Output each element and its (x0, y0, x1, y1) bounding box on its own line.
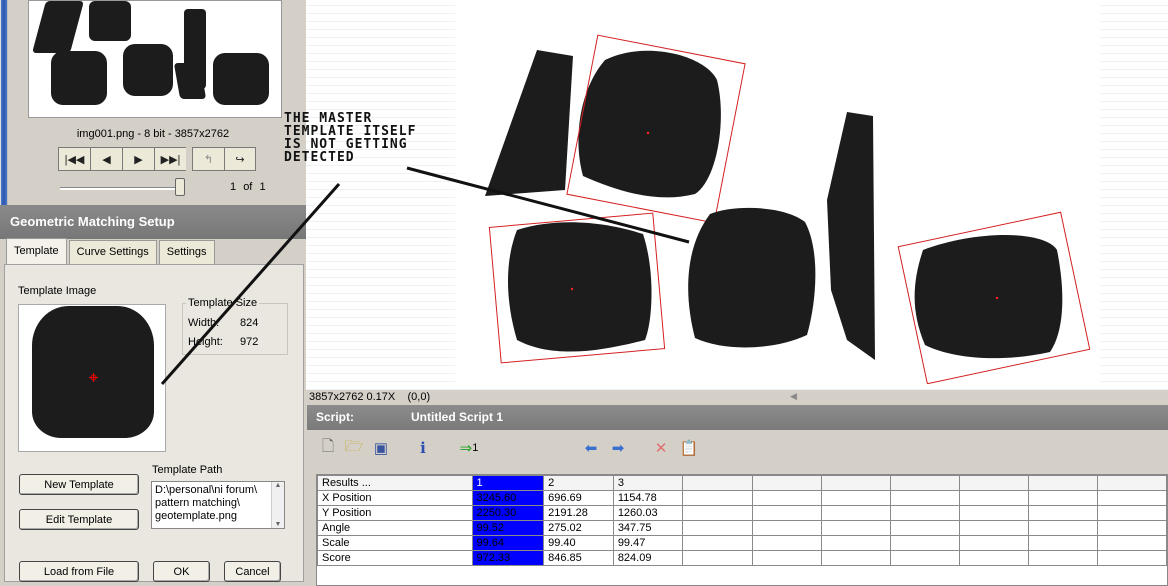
status-scroll-left-icon[interactable]: ◀ (790, 391, 797, 402)
view-status-bar: 3857x2762 0.17X (0,0) (309, 391, 430, 403)
script-label: Script: (316, 410, 355, 424)
header-col-3[interactable]: 3 (612, 475, 684, 491)
cell[interactable]: 1260.03 (612, 505, 684, 521)
new-script-button[interactable]: 🗋 (315, 435, 341, 461)
cell[interactable]: 1154.78 (612, 490, 684, 506)
header-col-2[interactable]: 2 (543, 475, 614, 491)
save-script-button[interactable]: ▣ (368, 435, 394, 461)
cell[interactable]: 824.09 (612, 550, 684, 566)
delete-step-button[interactable]: ✕ (648, 435, 674, 461)
row-label: Scale (317, 535, 473, 551)
header-col-1[interactable]: 1 (471, 475, 545, 491)
open-script-button[interactable]: 🗁 (341, 435, 367, 461)
cell[interactable]: 2250.30 (471, 505, 545, 521)
info-icon: i (420, 439, 426, 457)
cell[interactable]: 696.69 (543, 490, 614, 506)
move-left-button[interactable]: ⬅ (578, 435, 604, 461)
arrow-right-icon: ➡ (611, 440, 625, 457)
script-name: Untitled Script 1 (411, 410, 504, 424)
row-label: Y Position (317, 505, 473, 521)
cell[interactable]: 99.47 (612, 535, 684, 551)
table-row: Angle 99.52 275.02 347.75 (317, 520, 1167, 536)
script-toolbar (307, 430, 1168, 468)
row-label: Score (317, 550, 473, 566)
script-header: Script: Untitled Script 1 (307, 405, 1168, 430)
run-once-button[interactable]: ⇒ 1 (454, 435, 484, 461)
save-disk-icon: ▣ (373, 440, 389, 457)
cell[interactable]: 99.64 (471, 535, 545, 551)
table-header-row: Results ... 1 2 3 (317, 475, 1167, 491)
delete-x-icon: ✕ (654, 440, 668, 457)
table-row: Score 972.33 846.85 824.09 (317, 550, 1167, 566)
cell[interactable]: 2191.28 (543, 505, 614, 521)
header-results: Results ... (317, 475, 473, 491)
annotation-text: THE MASTER TEMPLATE ITSELF IS NOT GETTIN… (284, 112, 416, 164)
cursor-coordinate: (0,0) (407, 391, 431, 403)
clipboard-button[interactable]: 📋 (676, 435, 702, 461)
cell[interactable]: 846.85 (543, 550, 614, 566)
results-table: Results ... 1 2 3 X Position 3245.60 696… (317, 475, 1167, 566)
clipboard-icon: 📋 (679, 440, 699, 457)
cell[interactable]: 99.40 (543, 535, 614, 551)
info-button[interactable]: i (410, 435, 436, 461)
table-row: Y Position 2250.30 2191.28 1260.03 (317, 505, 1167, 521)
cell[interactable]: 99.52 (471, 520, 545, 536)
arrow-left-icon: ⬅ (584, 440, 598, 457)
annotation-line-4: DETECTED (284, 150, 355, 165)
cell[interactable]: 3245.60 (471, 490, 545, 506)
table-row: Scale 99.64 99.40 99.47 (317, 535, 1167, 551)
run-once-icon: ⇒ (459, 440, 473, 457)
cell[interactable]: 275.02 (543, 520, 614, 536)
cell[interactable]: 347.75 (612, 520, 684, 536)
table-row: X Position 3245.60 696.69 1154.78 (317, 490, 1167, 506)
new-document-icon: 🗋 (321, 437, 335, 455)
row-label: X Position (317, 490, 473, 506)
row-label: Angle (317, 520, 473, 536)
image-size-zoom: 3857x2762 0.17X (309, 391, 396, 403)
move-right-button[interactable]: ➡ (605, 435, 631, 461)
open-folder-icon: 🗁 (344, 437, 364, 455)
results-table-container: Results ... 1 2 3 X Position 3245.60 696… (316, 474, 1168, 586)
cell[interactable]: 972.33 (471, 550, 545, 566)
